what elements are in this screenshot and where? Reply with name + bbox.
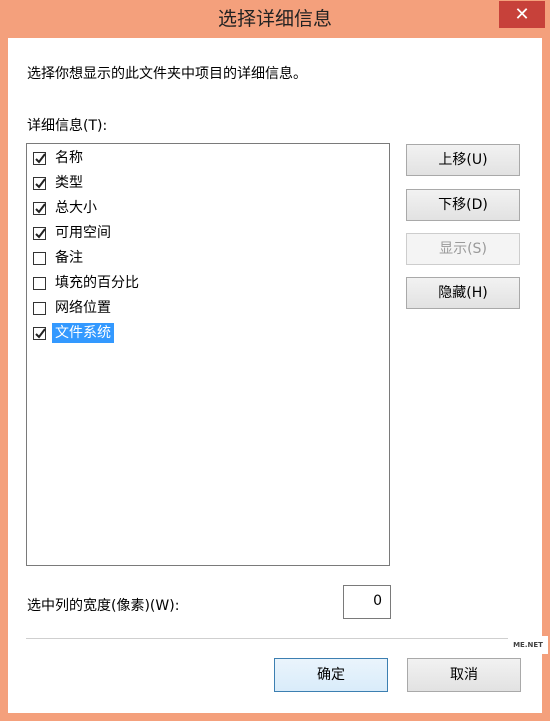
checkmark-icon (35, 202, 46, 214)
list-item-percent-full[interactable]: 填充的百分比 (33, 272, 142, 294)
dialog-body: 选择你想显示的此文件夹中项目的详细信息。 详细信息(T): 名称 类型 总大小 … (8, 38, 548, 713)
details-listbox[interactable]: 名称 类型 总大小 可用空间 备注 填充的百分比 网络位置 文件系统 (26, 143, 390, 566)
list-item-free-space[interactable]: 可用空间 (33, 222, 114, 244)
window-title: 选择详细信息 (217, 8, 332, 30)
description-text: 选择你想显示的此文件夹中项目的详细信息。 (27, 66, 307, 82)
checkmark-icon (35, 327, 46, 339)
item-label: 可用空间 (55, 225, 111, 241)
checkbox-network-location[interactable] (33, 301, 46, 315)
move-down-button[interactable]: 下移(D) (406, 189, 520, 221)
checkmark-icon (35, 152, 46, 164)
checkbox-type[interactable] (33, 176, 46, 190)
item-label: 总大小 (55, 200, 97, 216)
cancel-button[interactable]: 取消 (407, 658, 521, 692)
close-icon: ✕ (514, 4, 530, 25)
list-item-network-location[interactable]: 网络位置 (33, 297, 114, 319)
item-label: 类型 (55, 175, 83, 191)
ok-button[interactable]: 确定 (274, 658, 388, 692)
checkbox-comments[interactable] (33, 251, 46, 265)
list-item-total-size[interactable]: 总大小 (33, 197, 100, 219)
column-width-label: 选中列的宽度(像素)(W): (27, 598, 180, 614)
item-label: 填充的百分比 (55, 275, 139, 291)
checkbox-file-system[interactable] (33, 326, 46, 340)
item-label: 名称 (55, 150, 83, 166)
item-label: 备注 (55, 250, 83, 266)
checkbox-name[interactable] (33, 151, 46, 165)
close-button[interactable]: ✕ (499, 1, 545, 28)
details-list-label: 详细信息(T): (27, 118, 108, 134)
divider (26, 638, 522, 639)
checkmark-icon (35, 227, 46, 239)
watermark-logo: ME.NET (508, 636, 548, 654)
dialog-window: 选择详细信息 ✕ 选择你想显示的此文件夹中项目的详细信息。 详细信息(T): 名… (0, 0, 550, 721)
column-width-input[interactable]: 0 (343, 585, 391, 619)
list-item-file-system[interactable]: 文件系统 (33, 322, 114, 344)
list-item-name[interactable]: 名称 (33, 147, 86, 169)
list-item-comments[interactable]: 备注 (33, 247, 86, 269)
checkmark-icon (35, 177, 46, 189)
move-up-button[interactable]: 上移(U) (406, 144, 520, 176)
title-bar[interactable]: 选择详细信息 ✕ (0, 0, 550, 38)
checkbox-free-space[interactable] (33, 226, 46, 240)
item-label: 网络位置 (55, 300, 111, 316)
list-item-type[interactable]: 类型 (33, 172, 86, 194)
checkbox-percent-full[interactable] (33, 276, 46, 290)
show-button[interactable]: 显示(S) (406, 233, 520, 265)
hide-button[interactable]: 隐藏(H) (406, 277, 520, 309)
checkbox-total-size[interactable] (33, 201, 46, 215)
item-label: 文件系统 (52, 323, 114, 343)
